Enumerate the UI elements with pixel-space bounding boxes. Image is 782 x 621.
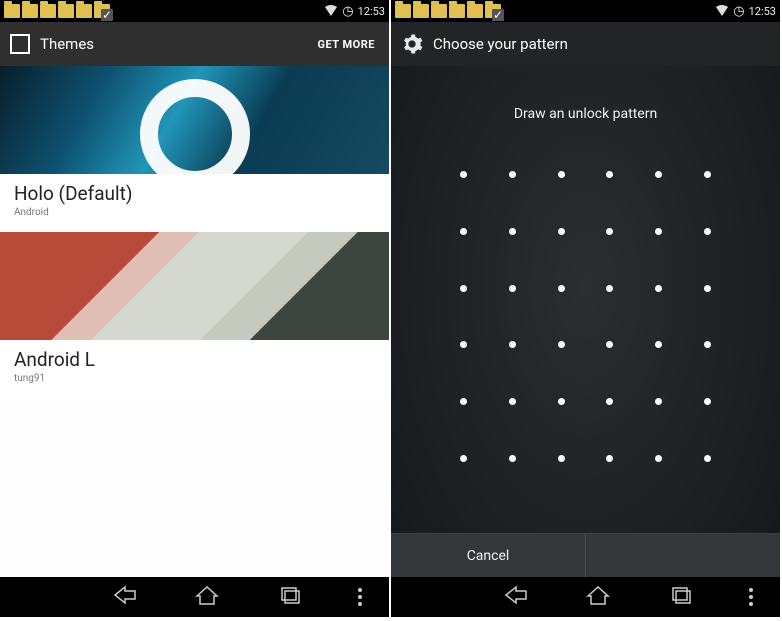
status-bar: ◷ 12:53: [0, 0, 389, 22]
pattern-prompt: Draw an unlock pattern: [391, 66, 780, 146]
themes-list[interactable]: Holo (Default) Android Android L tung91: [0, 66, 389, 617]
theme-preview-image: [0, 66, 389, 174]
notification-folder-icon: [413, 4, 429, 18]
confirm-button[interactable]: [585, 534, 780, 577]
status-notifications: [4, 4, 110, 18]
nav-back-button[interactable]: [111, 584, 139, 610]
button-bar: Cancel: [391, 533, 780, 577]
wifi-icon: [715, 5, 729, 17]
pattern-dot[interactable]: [704, 228, 711, 235]
status-system: ◷ 12:53: [715, 4, 776, 19]
theme-preview-image: [0, 232, 389, 340]
pattern-dot[interactable]: [558, 285, 565, 292]
pattern-dot[interactable]: [460, 285, 467, 292]
pattern-dot[interactable]: [655, 228, 662, 235]
pattern-dot[interactable]: [558, 228, 565, 235]
notification-download-icon: [94, 4, 110, 18]
pattern-dot[interactable]: [655, 285, 662, 292]
notification-folder-icon: [4, 4, 20, 18]
notification-folder-icon: [58, 4, 74, 18]
pattern-dot[interactable]: [509, 455, 516, 462]
pattern-dot[interactable]: [606, 455, 613, 462]
pattern-dot[interactable]: [460, 455, 467, 462]
notification-folder-icon: [431, 4, 447, 18]
nav-menu-button[interactable]: [358, 588, 362, 606]
pattern-dot[interactable]: [704, 171, 711, 178]
theme-author: Android: [14, 207, 375, 218]
app-title: Choose your pattern: [433, 35, 770, 53]
pattern-dot[interactable]: [704, 455, 711, 462]
pattern-dot[interactable]: [558, 455, 565, 462]
nav-recent-button[interactable]: [276, 584, 304, 610]
theme-item-holo[interactable]: Holo (Default) Android: [0, 66, 389, 232]
pattern-dot[interactable]: [606, 171, 613, 178]
theme-name: Android L: [14, 348, 375, 371]
pattern-dot[interactable]: [558, 341, 565, 348]
pattern-dot[interactable]: [509, 171, 516, 178]
pattern-dot[interactable]: [655, 341, 662, 348]
pattern-dot[interactable]: [509, 285, 516, 292]
nav-home-button[interactable]: [584, 584, 612, 610]
pattern-dot[interactable]: [606, 398, 613, 405]
notification-folder-icon: [467, 4, 483, 18]
status-notifications: [395, 4, 501, 18]
clock-icon: ◷: [342, 4, 353, 19]
notification-folder-icon: [395, 4, 411, 18]
theme-item-android-l[interactable]: Android L tung91: [0, 232, 389, 398]
themes-app-icon[interactable]: [10, 34, 30, 54]
wifi-icon: [324, 5, 338, 17]
pattern-dot[interactable]: [460, 398, 467, 405]
status-time: 12:53: [358, 5, 385, 18]
nav-bar: [391, 577, 780, 617]
pattern-dot[interactable]: [655, 398, 662, 405]
settings-gear-icon[interactable]: [401, 33, 423, 55]
pattern-dot[interactable]: [704, 398, 711, 405]
cancel-button[interactable]: Cancel: [391, 534, 585, 577]
holo-ring-graphic: [140, 79, 250, 174]
pattern-dot[interactable]: [606, 341, 613, 348]
clock-icon: ◷: [733, 4, 744, 19]
pattern-dot[interactable]: [606, 285, 613, 292]
pattern-dot[interactable]: [704, 341, 711, 348]
nav-menu-button[interactable]: [749, 588, 753, 606]
notification-folder-icon: [76, 4, 92, 18]
pattern-dot[interactable]: [558, 171, 565, 178]
pattern-dot[interactable]: [655, 171, 662, 178]
nav-recent-button[interactable]: [667, 584, 695, 610]
pattern-dot[interactable]: [655, 455, 662, 462]
nav-home-button[interactable]: [193, 584, 221, 610]
theme-author: tung91: [14, 373, 375, 384]
pattern-dot[interactable]: [558, 398, 565, 405]
status-time: 12:53: [749, 5, 776, 18]
notification-folder-icon: [40, 4, 56, 18]
app-title: Themes: [40, 35, 307, 53]
notification-download-icon: [485, 4, 501, 18]
screen-themes: ◷ 12:53 Themes GET MORE Holo (Default) A…: [0, 0, 389, 617]
pattern-dot[interactable]: [606, 228, 613, 235]
pattern-dot[interactable]: [460, 171, 467, 178]
theme-meta: Holo (Default) Android: [0, 174, 389, 232]
pattern-dot[interactable]: [460, 228, 467, 235]
get-more-button[interactable]: GET MORE: [317, 38, 375, 51]
pattern-dot[interactable]: [509, 398, 516, 405]
pattern-dot[interactable]: [704, 285, 711, 292]
app-bar: Themes GET MORE: [0, 22, 389, 66]
nav-bar: [0, 577, 389, 617]
status-bar: ◷ 12:53: [391, 0, 780, 22]
notification-folder-icon: [22, 4, 38, 18]
theme-name: Holo (Default): [14, 182, 375, 205]
status-system: ◷ 12:53: [324, 4, 385, 19]
notification-folder-icon: [449, 4, 465, 18]
nav-back-button[interactable]: [502, 584, 530, 610]
pattern-dot[interactable]: [509, 341, 516, 348]
screen-pattern-lock: ◷ 12:53 Choose your pattern Draw an unlo…: [391, 0, 780, 617]
app-bar: Choose your pattern: [391, 22, 780, 66]
theme-meta: Android L tung91: [0, 340, 389, 398]
pattern-dot[interactable]: [509, 228, 516, 235]
pattern-dot[interactable]: [460, 341, 467, 348]
